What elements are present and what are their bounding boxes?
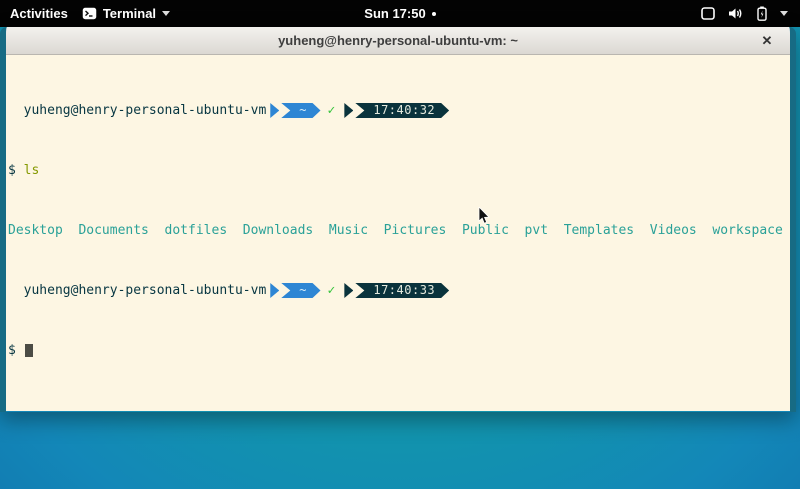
powerline-arrow-icon <box>344 283 353 298</box>
prompt-dollar: $ <box>8 343 24 358</box>
window-titlebar[interactable]: yuheng@henry-personal-ubuntu-vm: ~ ✕ <box>6 27 790 55</box>
prompt-line: yuheng@henry-personal-ubuntu-vm ~ ✓ 17:4… <box>8 283 790 298</box>
terminal-app-icon <box>82 7 97 20</box>
screen-icon <box>701 7 715 20</box>
powerline-arrow-icon <box>270 103 279 118</box>
prompt-time-segment: 17:40:32 <box>355 103 449 118</box>
notification-dot-icon <box>432 12 436 16</box>
mouse-pointer-icon <box>478 207 490 230</box>
powerline-arrow-icon <box>270 283 279 298</box>
prompt-path-segment: ~ <box>281 283 320 298</box>
chevron-down-icon <box>780 11 788 16</box>
text-cursor <box>25 344 33 357</box>
window-title: yuheng@henry-personal-ubuntu-vm: ~ <box>278 33 518 48</box>
command-line: $ ls <box>8 163 790 178</box>
status-check-icon: ✓ <box>328 283 336 298</box>
volume-icon <box>728 7 744 20</box>
chevron-down-icon <box>162 11 170 16</box>
powerline-arrow-icon <box>344 103 353 118</box>
clock-label: Sun 17:50 <box>364 6 425 21</box>
prompt-user-host: yuheng@henry-personal-ubuntu-vm <box>8 103 266 118</box>
close-icon[interactable]: ✕ <box>758 32 776 50</box>
system-status-area[interactable] <box>701 6 800 21</box>
top-bar: Activities Terminal Sun 17:50 <box>0 0 800 27</box>
ls-output-line: Desktop Documents dotfiles Downloads Mus… <box>8 223 790 238</box>
input-line[interactable]: $ <box>8 343 790 358</box>
prompt-line: yuheng@henry-personal-ubuntu-vm ~ ✓ 17:4… <box>8 103 790 118</box>
status-check-icon: ✓ <box>328 103 336 118</box>
terminal-content[interactable]: yuheng@henry-personal-ubuntu-vm ~ ✓ 17:4… <box>6 55 790 411</box>
app-menu-label: Terminal <box>103 6 156 21</box>
prompt-dollar: $ <box>8 163 24 178</box>
prompt-user-host: yuheng@henry-personal-ubuntu-vm <box>8 283 266 298</box>
desktop: Activities Terminal Sun 17:50 <box>0 0 800 489</box>
activities-button[interactable]: Activities <box>10 6 68 21</box>
prompt-path-segment: ~ <box>281 103 320 118</box>
terminal-window: yuheng@henry-personal-ubuntu-vm: ~ ✕ yuh… <box>0 27 796 412</box>
typed-command: ls <box>24 163 40 178</box>
clock-button[interactable]: Sun 17:50 <box>364 6 435 21</box>
prompt-time-segment: 17:40:33 <box>355 283 449 298</box>
battery-charging-icon <box>757 6 767 21</box>
app-menu-terminal[interactable]: Terminal <box>82 6 170 21</box>
